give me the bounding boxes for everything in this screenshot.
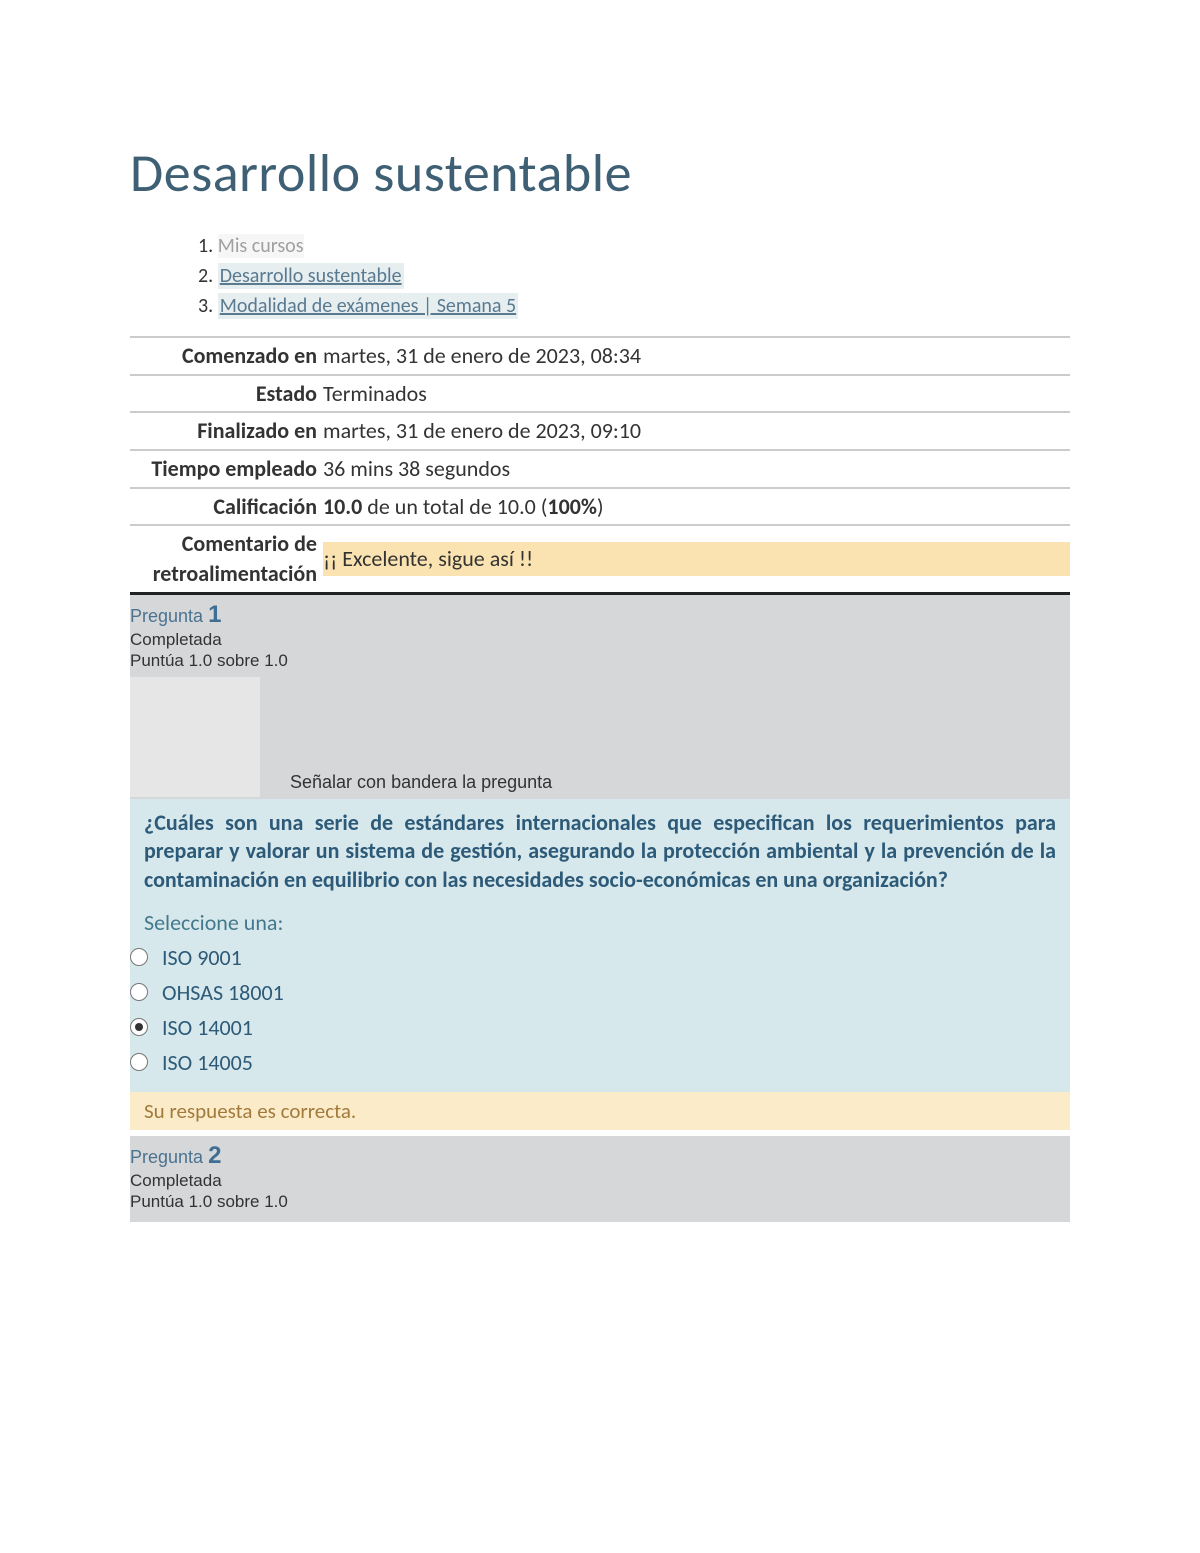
question-number: 2 bbox=[208, 1142, 221, 1169]
summary-label-started: Comenzado en bbox=[130, 338, 320, 374]
answer-label: OHSAS 18001 bbox=[162, 979, 284, 1006]
answer-option[interactable]: OHSAS 18001 bbox=[144, 979, 1056, 1006]
radio-icon[interactable] bbox=[130, 948, 148, 966]
summary-label-finished: Finalizado en bbox=[130, 413, 320, 449]
breadcrumb-label: Mis cursos bbox=[218, 234, 304, 258]
question-1-feedback: Su respuesta es correcta. bbox=[130, 1092, 1070, 1130]
answer-label: ISO 14001 bbox=[162, 1014, 253, 1041]
question-label: Pregunta bbox=[130, 606, 208, 626]
summary-value-feedback: ¡¡ Excelente, sigue así !! bbox=[320, 539, 1070, 579]
answer-label: ISO 14005 bbox=[162, 1049, 253, 1076]
question-label: Pregunta bbox=[130, 1147, 208, 1167]
breadcrumb-link[interactable]: Desarrollo sustentable bbox=[218, 263, 404, 289]
attempt-summary: Comenzado en martes, 31 de enero de 2023… bbox=[130, 336, 1070, 595]
answer-option[interactable]: ISO 14005 bbox=[144, 1049, 1056, 1076]
question-score: Puntúa 1.0 sobre 1.0 bbox=[130, 1192, 288, 1211]
grade-mid: de un total de 10.0 ( bbox=[362, 493, 547, 520]
question-1-header: Pregunta 1 Completada Puntúa 1.0 sobre 1… bbox=[130, 595, 1070, 799]
question-score: Puntúa 1.0 sobre 1.0 bbox=[130, 651, 288, 670]
summary-value-grade: 10.0 de un total de 10.0 (100%) bbox=[320, 489, 1070, 525]
summary-label-time: Tiempo empleado bbox=[130, 451, 320, 487]
summary-label-state: Estado bbox=[130, 376, 320, 412]
grade-pct: 100% bbox=[547, 493, 597, 520]
feedback-text: ¡¡ Excelente, sigue así !! bbox=[323, 542, 1070, 576]
summary-value-time: 36 mins 38 segundos bbox=[320, 451, 1070, 487]
question-number: 1 bbox=[208, 601, 221, 628]
summary-value-state: Terminados bbox=[320, 376, 1070, 412]
summary-value-started: martes, 31 de enero de 2023, 08:34 bbox=[320, 338, 1070, 374]
breadcrumb-link[interactable]: Modalidad de exámenes | Semana 5 bbox=[218, 293, 518, 319]
answer-option[interactable]: ISO 14001 bbox=[144, 1014, 1056, 1041]
flag-placeholder bbox=[130, 677, 260, 797]
question-2-header: Pregunta 2 Completada Puntúa 1.0 sobre 1… bbox=[130, 1136, 1070, 1222]
grade-close: ) bbox=[597, 493, 604, 520]
answer-label: ISO 9001 bbox=[162, 944, 242, 971]
question-status: Completada bbox=[130, 630, 222, 649]
radio-icon-checked[interactable] bbox=[130, 1018, 148, 1036]
summary-value-finished: martes, 31 de enero de 2023, 09:10 bbox=[320, 413, 1070, 449]
course-title: Desarrollo sustentable bbox=[130, 140, 1070, 206]
radio-icon[interactable] bbox=[130, 1053, 148, 1071]
select-one-label: Seleccione una: bbox=[144, 909, 1056, 936]
breadcrumb-item: Mis cursos bbox=[190, 234, 1070, 258]
flag-question-link[interactable]: Señalar con bandera la pregunta bbox=[260, 770, 552, 797]
question-1-text: ¿Cuáles son una serie de estándares inte… bbox=[144, 809, 1056, 895]
radio-icon[interactable] bbox=[130, 983, 148, 1001]
summary-label-feedback: Comentario de retroalimentación bbox=[130, 526, 320, 591]
question-status: Completada bbox=[130, 1171, 222, 1190]
breadcrumb-item: Modalidad de exámenes | Semana 5 bbox=[190, 294, 1070, 318]
breadcrumb-item: Desarrollo sustentable bbox=[190, 264, 1070, 288]
question-1-body: ¿Cuáles son una serie de estándares inte… bbox=[130, 799, 1070, 1094]
answer-option[interactable]: ISO 9001 bbox=[144, 944, 1056, 971]
breadcrumb: Mis cursos Desarrollo sustentable Modali… bbox=[130, 234, 1070, 318]
answers-list: ISO 9001 OHSAS 18001 ISO 14001 ISO 14005 bbox=[144, 944, 1056, 1076]
grade-score: 10.0 bbox=[323, 493, 362, 520]
summary-label-grade: Calificación bbox=[130, 489, 320, 525]
